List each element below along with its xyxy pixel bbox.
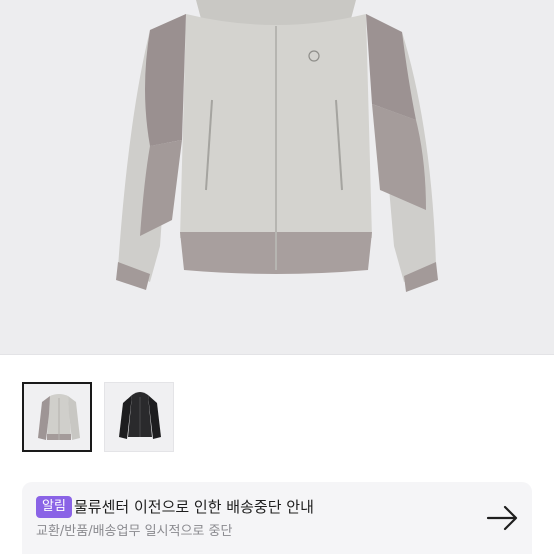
notice-title: 물류센터 이전으로 인한 배송중단 안내 [74, 498, 314, 516]
image-divider [0, 354, 554, 355]
notice-subtitle: 교환/반품/배송업무 일시적으로 중단 [36, 524, 233, 539]
light-jacket-thumbnail-icon [38, 394, 80, 440]
arrow-right-icon[interactable] [484, 500, 520, 536]
notice-banner[interactable]: 알림 물류센터 이전으로 인한 배송중단 안내 교환/반품/배송업무 일시적으로… [22, 482, 532, 554]
product-main-image [0, 0, 554, 354]
black-jacket-thumbnail-icon [119, 392, 161, 439]
notice-badge: 알림 [36, 496, 72, 518]
jacket-illustration [116, 0, 438, 292]
thumbnail-light-gray-jacket[interactable] [22, 382, 92, 452]
thumbnail-black-jacket[interactable] [104, 382, 174, 452]
